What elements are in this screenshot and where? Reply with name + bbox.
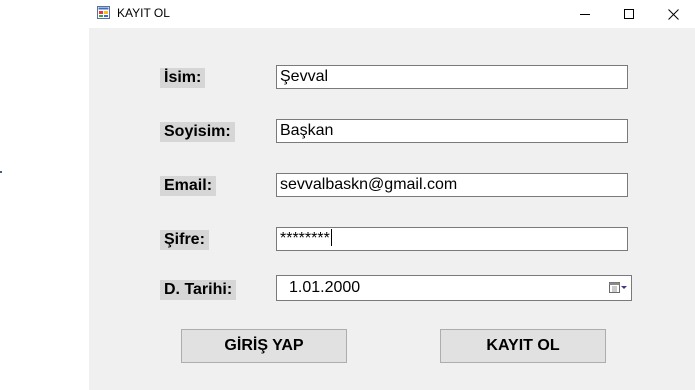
birthdate-value: 1.01.2000 [289,279,361,296]
app-icon [97,6,110,19]
password-input[interactable]: ******** [276,227,628,251]
login-button[interactable]: GİRİŞ YAP [181,329,347,363]
surname-input[interactable] [276,119,628,143]
maximize-icon [624,9,634,19]
register-button[interactable]: KAYIT OL [440,329,606,363]
password-label: Şifre: [160,230,209,250]
email-label: Email: [160,176,217,196]
stray-dot [0,171,2,173]
minimize-button[interactable] [563,0,607,28]
birthdate-label: D. Tarihi: [160,280,237,300]
minimize-icon [580,14,590,15]
password-masked-value: ******** [280,230,330,247]
window-title: KAYIT OL [117,6,170,20]
email-input[interactable] [276,173,628,197]
register-window: KAYIT OL İsim: Soyisim: Email: Şifre: **… [89,0,695,390]
name-label: İsim: [160,68,206,88]
birthdate-picker[interactable]: 1.01.2000 [276,275,632,301]
calendar-dropdown-icon[interactable] [608,280,628,296]
close-button[interactable] [651,0,695,28]
form-panel: İsim: Soyisim: Email: Şifre: ******** D.… [89,28,695,390]
surname-label: Soyisim: [160,122,235,142]
text-caret [330,229,332,246]
title-bar[interactable]: KAYIT OL [89,0,695,28]
maximize-button[interactable] [607,0,651,28]
name-input[interactable] [276,65,628,89]
close-icon [667,8,679,20]
